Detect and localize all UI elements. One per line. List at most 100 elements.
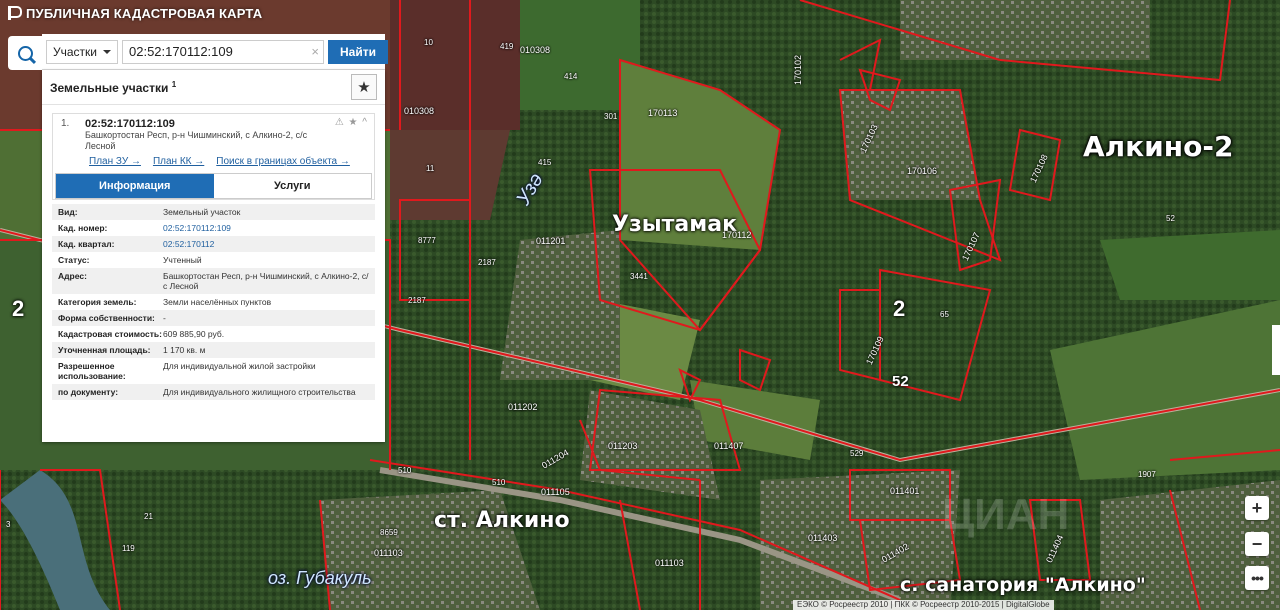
parcel-label: 529 <box>850 449 864 458</box>
parcel-label: 8659 <box>380 528 398 537</box>
cadastral-quarter-link[interactable]: 02:52:170112 <box>163 239 369 249</box>
place-label-st-alkino: ст. Алкино <box>434 508 570 533</box>
info-key: Уточненная площадь: <box>58 345 151 355</box>
info-key: Разрешенное использование: <box>58 361 126 381</box>
search-panel-toggle-button[interactable] <box>8 36 42 70</box>
search-type-dropdown[interactable]: Участки <box>46 39 118 64</box>
search-input[interactable] <box>122 39 324 64</box>
search-in-bounds-link[interactable]: Поиск в границах объекта → <box>216 156 350 167</box>
caret-down-icon <box>103 49 111 54</box>
place-label-sanatorium: с. санатория "Алкино" <box>900 574 1146 596</box>
app-header: ПУБЛИЧНАЯ КАДАСТРОВАЯ КАРТА <box>0 0 390 26</box>
tab-services[interactable]: Услуги <box>213 174 371 198</box>
zoom-out-button[interactable]: − <box>1245 532 1269 556</box>
parcel-label: 414 <box>564 72 578 81</box>
info-row-by-document: по документу: Для индивидуального жилищн… <box>52 384 375 400</box>
info-key: по документу: <box>58 387 119 397</box>
info-value: 1 170 кв. м <box>163 345 206 355</box>
info-row-cadastral-number: Кад. номер: 02:52:170112:109 <box>52 220 375 236</box>
parcel-label: 3 <box>6 520 11 529</box>
result-card: ⚠ ★ ^ 1. 02:52:170112:109 Башкортостан Р… <box>52 113 375 200</box>
info-key: Кад. номер: <box>58 223 108 233</box>
parcel-label: 170113 <box>648 108 678 118</box>
info-row-ownership: Форма собственности: - <box>52 310 375 326</box>
result-cadastral-number[interactable]: 02:52:170112:109 <box>85 118 315 130</box>
parcel-label: 8777 <box>418 236 436 245</box>
info-row-permitted-use: Разрешенное использование: Для индивидуа… <box>52 358 375 384</box>
info-value: Для индивидуального жилищного строительс… <box>163 387 356 397</box>
result-index: 1. <box>61 118 70 129</box>
info-row-status: Статус: Учтенный <box>52 252 375 268</box>
info-value: Учтенный <box>163 255 202 265</box>
parcel-label: 2187 <box>478 258 496 267</box>
info-key: Адрес: <box>58 271 87 281</box>
panel-header: Земельные участки 1 ★ <box>42 70 385 105</box>
panel-title-text: Земельные участки <box>50 80 169 95</box>
tab-information[interactable]: Информация <box>56 174 214 198</box>
more-options-button[interactable]: ••• <box>1245 566 1269 590</box>
search-button[interactable]: Найти <box>328 39 388 64</box>
parcel-label: 011201 <box>536 236 566 246</box>
parcel-label: 415 <box>538 158 552 167</box>
parcel-label: 011407 <box>714 441 744 451</box>
rosreestr-logo-icon <box>6 5 22 21</box>
info-table: Вид: Земельный участок Кад. номер: 02:52… <box>52 204 375 400</box>
parcel-label: 65 <box>940 310 949 319</box>
search-input-wrap: × <box>122 39 324 64</box>
parcel-label: 170106 <box>907 166 938 176</box>
plan-kk-link[interactable]: План КК → <box>153 156 204 167</box>
info-row-cadastral-value: Кадастровая стоимость: 609 885,90 руб. <box>52 326 375 342</box>
clear-icon[interactable]: × <box>311 44 319 59</box>
info-key: Категория земель: <box>58 297 137 307</box>
result-header: 1. 02:52:170112:109 Башкортостан Респ, р… <box>53 118 374 152</box>
parcel-label: 419 <box>500 42 514 51</box>
favorites-button[interactable]: ★ <box>351 74 377 100</box>
results-count: 1 <box>171 79 177 89</box>
parcel-label: 011203 <box>608 441 638 451</box>
result-address: Башкортостан Респ, р-н Чишминский, с Алк… <box>85 130 308 151</box>
panel-title: Земельные участки 1 <box>50 80 176 95</box>
info-key: Кад. квартал: <box>58 239 115 249</box>
parcel-label: 119 <box>122 544 135 553</box>
info-row-area: Уточненная площадь: 1 170 кв. м <box>52 342 375 358</box>
info-row-address: Адрес: Башкортостан Респ, р-н Чишминский… <box>52 268 375 294</box>
search-type-label: Участки <box>53 44 97 59</box>
parcel-label: 1907 <box>1138 470 1156 479</box>
parcel-label: 52 <box>1166 214 1175 223</box>
watermark: ЦИАН <box>942 490 1070 539</box>
place-label-alkino2: Алкино-2 <box>1083 130 1234 163</box>
info-row-quarter: Кад. квартал: 02:52:170112 <box>52 236 375 252</box>
zone-label-52: 52 <box>892 373 909 390</box>
info-value: Земельный участок <box>163 207 241 217</box>
info-value: - <box>163 313 166 323</box>
parcel-label: 11 <box>426 164 435 173</box>
info-key: Форма собственности: <box>58 313 155 323</box>
star-icon: ★ <box>357 79 371 96</box>
plan-zu-link[interactable]: План ЗУ → <box>89 156 141 167</box>
info-key: Кадастровая стоимость: <box>58 329 162 339</box>
parcel-label: 011105 <box>541 487 570 497</box>
info-value: Для индивидуальной жилой застройки <box>163 361 316 371</box>
info-row-land-category: Категория земель: Земли населённых пункт… <box>52 294 375 310</box>
parcel-label: 10 <box>424 38 433 47</box>
parcel-label: 510 <box>492 478 506 487</box>
side-panel-tab[interactable] <box>1272 325 1280 375</box>
result-tabs: Информация Услуги <box>55 173 372 199</box>
cadastral-number-link[interactable]: 02:52:170112:109 <box>163 223 369 233</box>
info-value: 609 885,90 руб. <box>163 329 225 339</box>
parcel-label: 010308 <box>520 45 551 55</box>
zoom-in-button[interactable]: + <box>1245 496 1269 520</box>
place-label-uzytamak: Узытамак <box>612 212 737 237</box>
map-attribution: ЕЭКО © Росреестр 2010 | ПКК © Росреестр … <box>793 600 1054 610</box>
parcel-label: 011401 <box>890 486 920 496</box>
search-icon <box>17 45 33 61</box>
info-value: Башкортостан Респ, р-н Чишминский, с Алк… <box>163 271 369 291</box>
search-bar: Участки × Найти <box>42 34 388 70</box>
parcel-label: 011103 <box>374 548 403 558</box>
parcel-label: 21 <box>144 512 153 521</box>
result-status-icons[interactable]: ⚠ ★ ^ <box>335 117 368 128</box>
zone-label-2-mid: 2 <box>893 296 906 321</box>
parcel-label: 301 <box>604 112 618 121</box>
lake-label: оз. Губакуль <box>268 568 372 588</box>
parcel-label: 010308 <box>404 106 435 116</box>
